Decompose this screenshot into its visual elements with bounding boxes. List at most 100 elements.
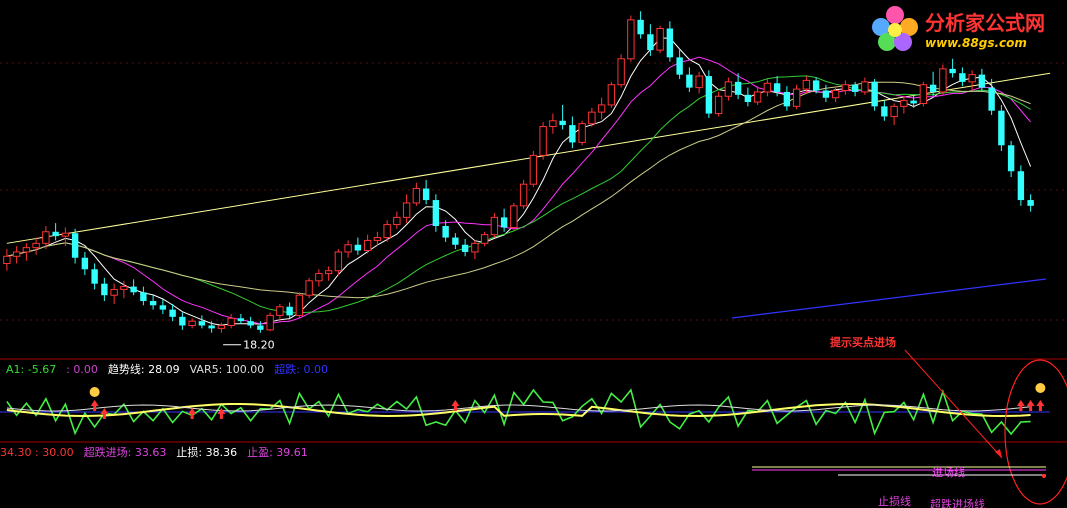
candle-body (354, 244, 362, 251)
candle-body (773, 83, 781, 92)
candle-body (71, 233, 79, 258)
candle-body (1027, 200, 1034, 206)
candle-body (471, 242, 479, 253)
candle-body (237, 318, 245, 322)
stock-chart[interactable]: 18.20 提示买点进场 进场线 止损线 超跌进场线 A1: -5.67 : 0.… (0, 0, 1067, 508)
indicator-value: 趋势线: 28.09 (108, 362, 180, 376)
candle-body (686, 74, 693, 88)
candle-body (744, 94, 752, 103)
candle-body (763, 82, 772, 93)
candle-body (1017, 171, 1025, 201)
candle-body (588, 111, 596, 125)
candle-body (198, 321, 206, 326)
candle-body (656, 28, 664, 51)
candle-body (900, 100, 908, 107)
candle-body (91, 269, 98, 284)
candle-body (12, 251, 21, 257)
candle-body (188, 320, 196, 326)
buy-arrow-icon (100, 408, 109, 414)
buy-arrow-stem (190, 414, 194, 419)
candle-body (607, 84, 616, 106)
candle-body (841, 84, 850, 91)
ma5-line (6, 37, 1032, 326)
candle-body (315, 273, 323, 282)
candle-body (217, 324, 226, 329)
candle-body (373, 237, 382, 241)
candle-body (257, 325, 264, 330)
candle-body (753, 91, 762, 103)
buy-arrow-stem (93, 406, 97, 411)
candle-body (120, 286, 128, 290)
candle-body (929, 84, 937, 92)
candle-body (949, 68, 956, 74)
money-bag-icon (89, 387, 100, 397)
logo-url: www.88gs.com (925, 36, 1027, 50)
candlestick-series (3, 11, 1034, 333)
candle-body (334, 251, 343, 272)
money-bag-icon (1035, 383, 1046, 393)
candle-body (490, 216, 499, 236)
candle-body (617, 58, 625, 86)
candle-body (432, 200, 440, 227)
ma20-line (6, 75, 1031, 314)
buy-arrow-icon (1036, 400, 1045, 406)
candle-body (724, 81, 733, 97)
entry-dot (1042, 474, 1046, 478)
candle-body (578, 123, 586, 143)
entry-line-label: 进场线 (932, 465, 965, 479)
candle-body (227, 317, 235, 326)
indicator-value: : 0.00 (66, 363, 98, 376)
ma-long-line (731, 278, 1047, 319)
logo-title: 分析家公式网 (925, 11, 1045, 35)
low-price-label: 18.20 (243, 339, 275, 352)
indicator-value: A1: -5.67 (6, 363, 56, 376)
candle-body (637, 19, 644, 35)
annotation-arrowhead (995, 449, 1002, 458)
buy-arrow-stem (219, 414, 223, 419)
stop-line-label: 止损线 (878, 494, 911, 508)
lines-values-row: 34.30 : 30.00 超跌进场: 33.63 止损: 38.36 止盈: 39.… (0, 445, 308, 459)
candle-body (529, 154, 538, 185)
candle-body (3, 255, 11, 264)
candle-body (559, 120, 566, 126)
candle-body (422, 188, 430, 201)
candle-body (383, 224, 391, 239)
candle-body (480, 234, 489, 244)
candle-body (890, 105, 898, 117)
candle-body (998, 110, 1005, 146)
candle-body (1007, 145, 1015, 172)
indicator-value: 止盈: 39.61 (247, 446, 308, 459)
candle-body (81, 257, 89, 270)
candle-body (22, 247, 31, 253)
candle-body (247, 321, 254, 326)
candle-body (179, 316, 186, 326)
candle-body (52, 231, 59, 237)
candle-body (919, 84, 928, 104)
oversold-line-label: 超跌进场线 (930, 497, 985, 508)
trend-line (6, 72, 1051, 244)
candle-body (101, 283, 108, 296)
candle-body (393, 216, 401, 226)
candle-body (159, 305, 167, 310)
candle-body (861, 81, 869, 93)
candle-body (519, 183, 528, 207)
candle-body (549, 120, 557, 128)
candle-body (851, 84, 859, 92)
candle-body (169, 309, 176, 317)
candle-body (295, 294, 304, 316)
buy-hint-annotation: 提示买点进场 (830, 335, 896, 349)
candle-body (676, 57, 683, 75)
indicator-lines (0, 388, 1050, 436)
low-price-marker: 18.20 (223, 339, 275, 352)
candle-body (61, 232, 70, 237)
candle-body (812, 80, 820, 91)
indicator-value: 止损: 38.36 (176, 445, 237, 459)
buy-arrow-stem (1029, 406, 1033, 411)
indicator-value: 超跌: 0.00 (274, 362, 328, 376)
candle-body (802, 79, 811, 90)
candle-body (305, 280, 313, 296)
candle-body (140, 292, 147, 301)
candle-body (32, 242, 40, 249)
candle-body (734, 81, 742, 95)
candle-body (461, 244, 469, 252)
